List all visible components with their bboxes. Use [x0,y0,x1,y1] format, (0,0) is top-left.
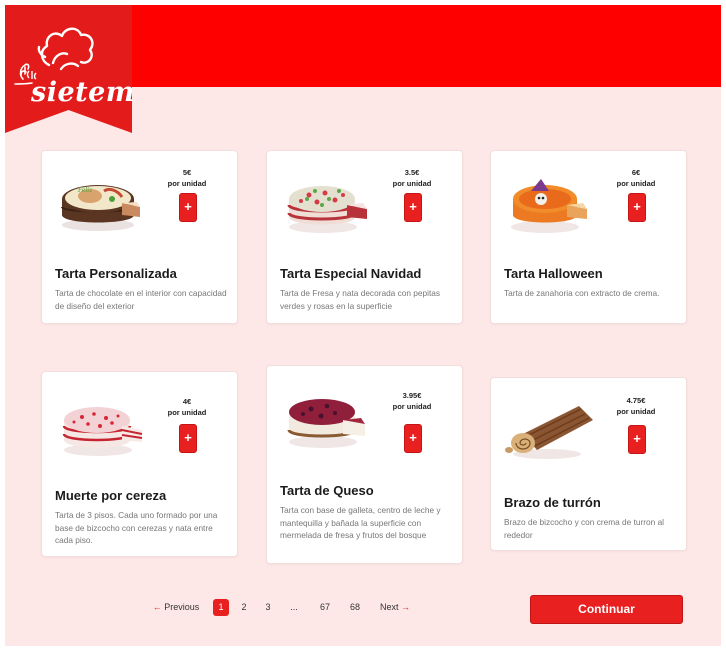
product-title: Tarta Especial Navidad [280,266,422,281]
chef-hat-icon [14,27,94,85]
product-description: Tarta de 3 pisos. Cada uno formado por u… [55,510,218,545]
previous-page-button[interactable]: ← Previous [150,599,202,616]
product-title: Tarta Halloween [504,266,603,281]
product-card: 3.5€ por unidad + Tarta Especial Navidad … [266,150,463,324]
product-description: Tarta de Fresa y nata decorada con pepit… [280,288,441,311]
product-title: Tarta de Queso [280,483,374,498]
product-title: Brazo de turrón [504,495,601,510]
nougat-roll-image [505,406,593,459]
brand-name: sietem [31,77,135,108]
product-title: Tarta Personalizada [55,266,177,281]
cherry-cake-image [62,407,143,456]
arrow-right-icon: → [401,602,411,612]
product-card: 6€ por unidad + Tarta Halloween Tarta de … [490,150,687,324]
product-price: 3.5€ por unidad [392,168,432,188]
product-card: 3.95€ por unidad + Tarta de Queso Tarta c… [266,365,463,564]
cheesecake-image [287,399,365,448]
page-button-2[interactable]: 2 [237,599,251,616]
product-price: 4€ por unidad [167,397,207,417]
product-price: 4.75€ por unidad [616,396,656,416]
product-card: 4.75€ por unidad + Brazo de turrón Brazo … [490,377,687,551]
add-to-cart-button[interactable]: + [179,424,197,453]
next-page-button[interactable]: Next → [376,599,414,616]
product-description: Brazo de bizcocho y con crema de turron … [504,517,665,540]
product-description: Tarta de chocolate en el interior con ca… [55,288,227,311]
page-button-68[interactable]: 68 [346,599,364,616]
product-description: Tarta con base de galleta, centro de lec… [280,505,441,540]
continue-button[interactable]: Continuar [530,595,683,624]
decorated-cake-image: Feliz [61,185,140,231]
product-price: 6€ por unidad [616,168,656,188]
add-to-cart-button[interactable]: + [404,424,422,453]
add-to-cart-button[interactable]: + [628,425,646,454]
page-button-1[interactable]: 1 [213,599,229,616]
page-button-3[interactable]: 3 [261,599,275,616]
arrow-left-icon: ← [152,602,162,612]
add-to-cart-button[interactable]: + [628,193,646,222]
page-ellipsis: ... [290,602,298,612]
christmas-cake-image [287,186,367,233]
product-price: 3.95€ por unidad [392,391,432,411]
page-button-67[interactable]: 67 [316,599,334,616]
product-description: Tarta de zanahoria con extracto de crema… [504,288,660,298]
product-card: Feliz 5€ por unidad + Tarta Personalizada… [41,150,238,324]
product-card: 4€ por unidad + Muerte por cereza Tarta d… [41,371,238,557]
halloween-cake-image [511,179,587,233]
add-to-cart-button[interactable]: + [179,193,197,222]
product-title: Muerte por cereza [55,488,167,503]
add-to-cart-button[interactable]: + [404,193,422,222]
product-price: 5€ por unidad [167,168,207,188]
svg-text:Feliz: Feliz [77,187,93,194]
